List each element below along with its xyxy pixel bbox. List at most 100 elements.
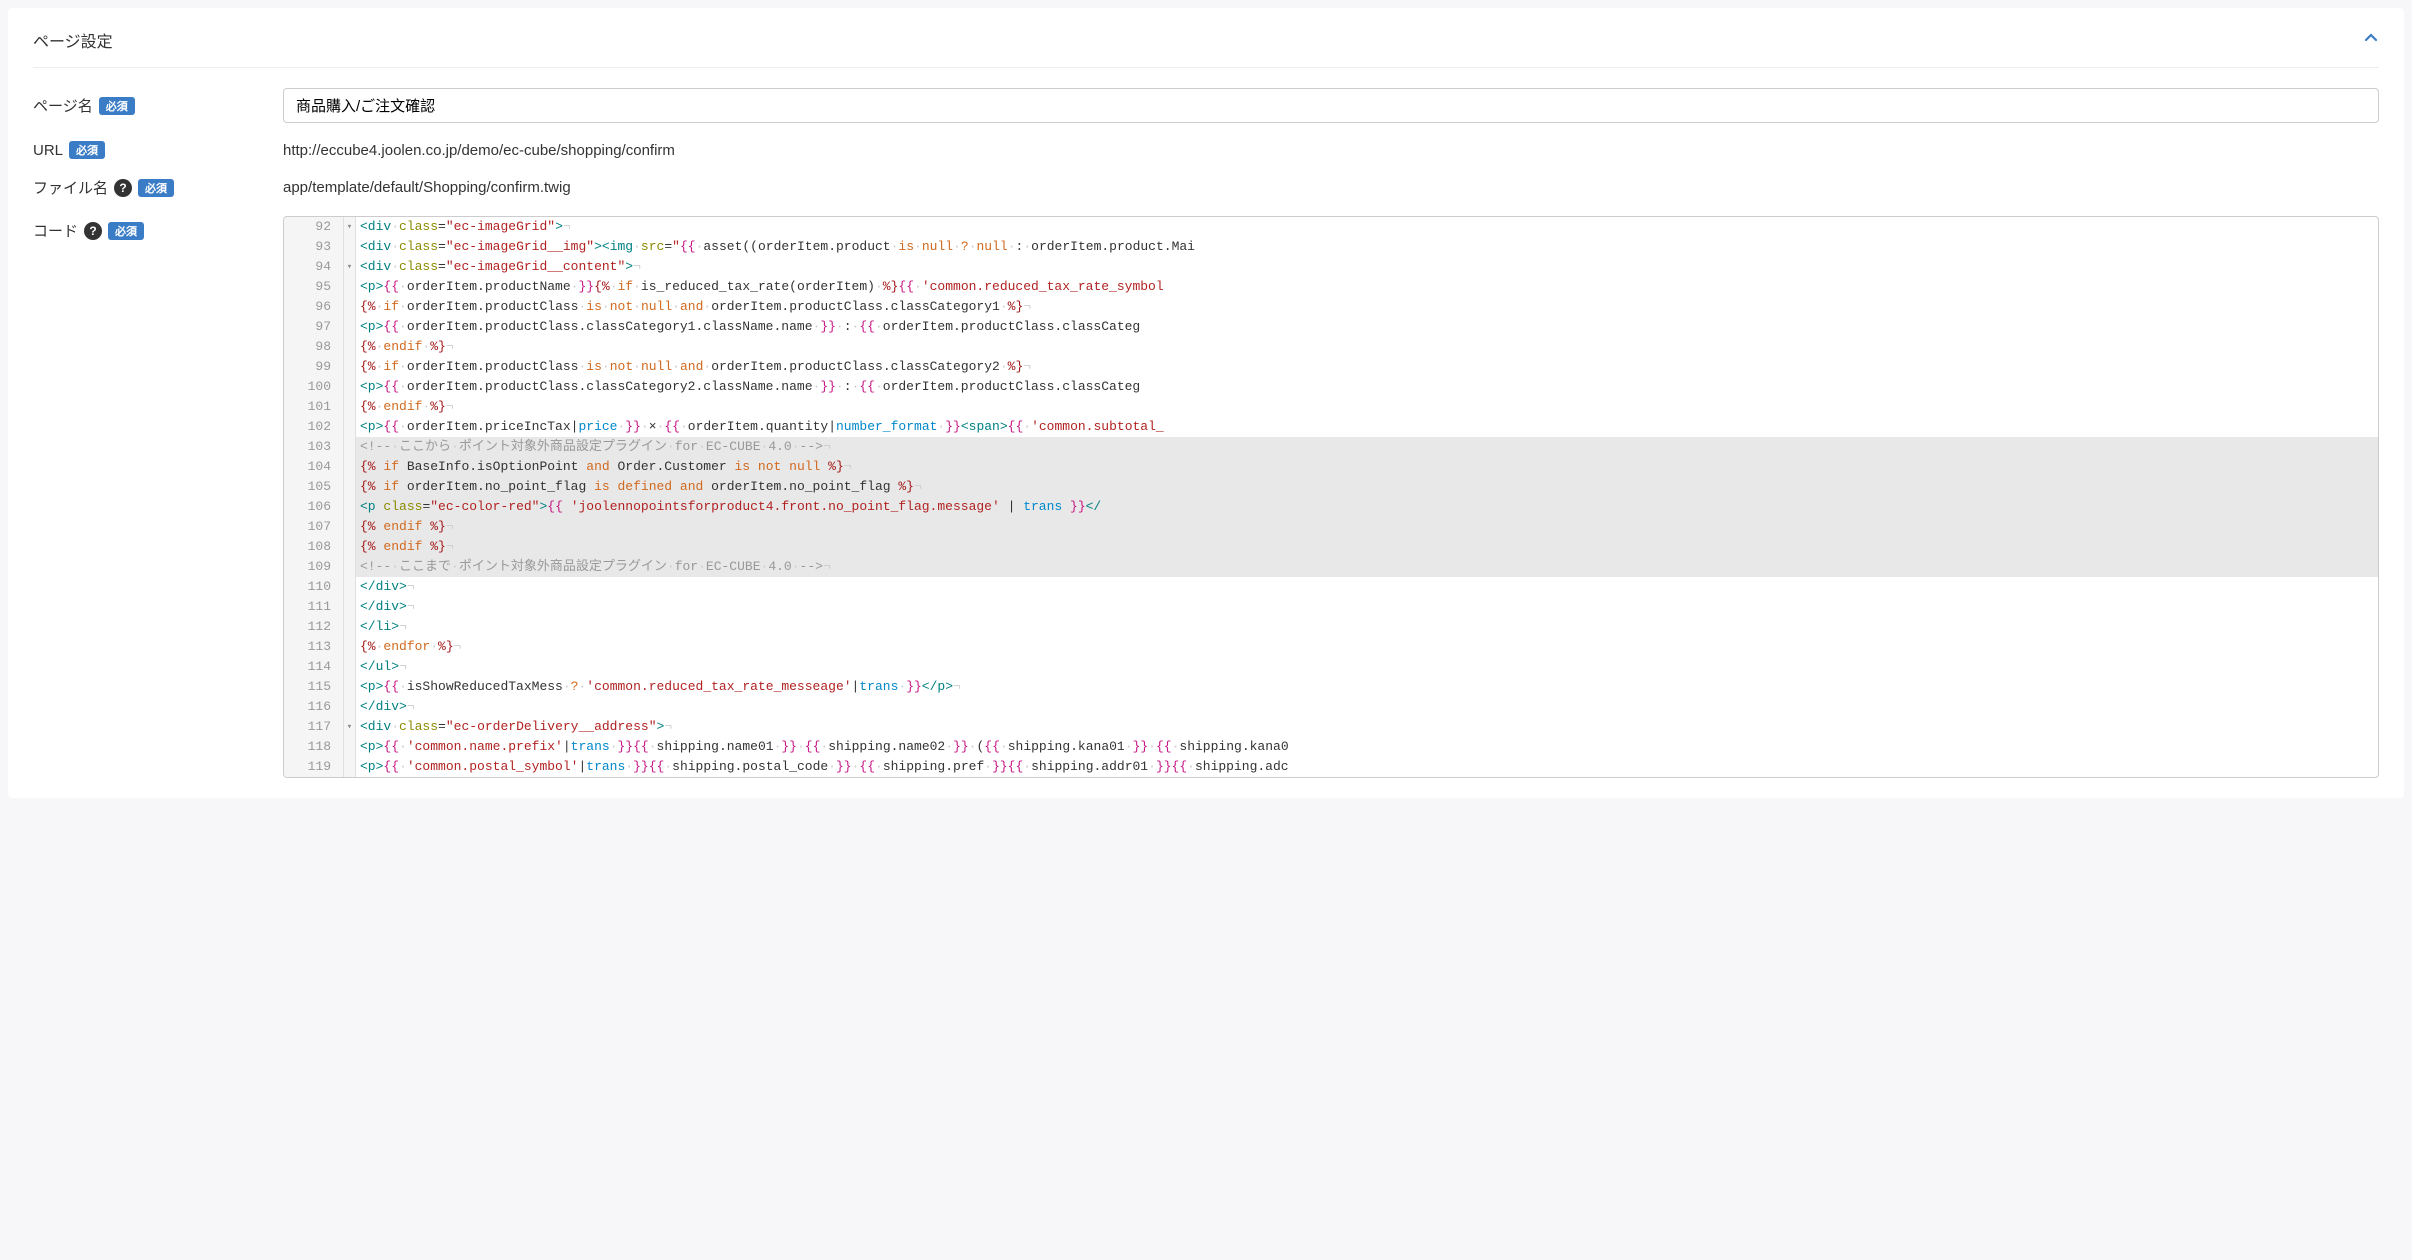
code-line[interactable]: 103 <!--·ここから·ポイント対象外商品設定プラグイン·for·EC-CU… [284, 437, 2378, 457]
code-line[interactable]: 109 <!--·ここまで·ポイント対象外商品設定プラグイン·for·EC-CU… [284, 557, 2378, 577]
code-content[interactable]: {%·endif·%}¬ [356, 397, 2378, 417]
fold-gutter[interactable] [344, 437, 356, 457]
fold-gutter[interactable] [344, 457, 356, 477]
fold-gutter[interactable]: ▾ [344, 717, 356, 737]
code-line[interactable]: 97 <p>{{·orderItem.productClass.classCat… [284, 317, 2378, 337]
help-icon[interactable]: ? [114, 179, 132, 197]
code-line[interactable]: 102 <p>{{·orderItem.priceIncTax|price·}}… [284, 417, 2378, 437]
fold-gutter[interactable] [344, 297, 356, 317]
code-content[interactable]: {% endif %}¬ [356, 517, 2378, 537]
line-number: 115 [284, 677, 344, 697]
code-content[interactable]: <p>{{·orderItem.productClass.classCatego… [356, 317, 2378, 337]
code-line[interactable]: 99 {%·if·orderItem.productClass·is·not·n… [284, 357, 2378, 377]
code-line[interactable]: 100 <p>{{·orderItem.productClass.classCa… [284, 377, 2378, 397]
code-line[interactable]: 98 {%·endif·%}¬ [284, 337, 2378, 357]
fold-gutter[interactable]: ▾ [344, 217, 356, 237]
code-content[interactable]: </ul>¬ [356, 657, 2378, 677]
fold-gutter[interactable] [344, 557, 356, 577]
code-content[interactable]: <p>{{·'common.postal_symbol'|trans·}}{{·… [356, 757, 2378, 777]
fold-gutter[interactable] [344, 417, 356, 437]
fold-gutter[interactable] [344, 757, 356, 777]
fold-gutter[interactable] [344, 617, 356, 637]
fold-gutter[interactable] [344, 697, 356, 717]
code-line[interactable]: 93 <div·class="ec-imageGrid__img"><img·s… [284, 237, 2378, 257]
line-number: 109 [284, 557, 344, 577]
fold-gutter[interactable] [344, 517, 356, 537]
code-line[interactable]: 106 <p class="ec-color-red">{{ 'joolenno… [284, 497, 2378, 517]
code-line[interactable]: 107 {% endif %}¬ [284, 517, 2378, 537]
line-number: 108 [284, 537, 344, 557]
fold-gutter[interactable] [344, 597, 356, 617]
code-content[interactable]: <div·class="ec-imageGrid__content">¬ [356, 257, 2378, 277]
fold-gutter[interactable] [344, 397, 356, 417]
fold-gutter[interactable] [344, 537, 356, 557]
code-line[interactable]: 118 <p>{{·'common.name.prefix'|trans·}}{… [284, 737, 2378, 757]
code-content[interactable]: <p class="ec-color-red">{{ 'joolennopoin… [356, 497, 2378, 517]
code-line[interactable]: 112 </li>¬ [284, 617, 2378, 637]
label-page-name: ページ名 必須 [33, 95, 283, 116]
file-name-value: app/template/default/Shopping/confirm.tw… [283, 179, 2379, 196]
line-number: 105 [284, 477, 344, 497]
code-content[interactable]: {% endif %}¬ [356, 537, 2378, 557]
code-line[interactable]: 95 <p>{{·orderItem.productName·}}{%·if·i… [284, 277, 2378, 297]
code-line[interactable]: 111 </div>¬ [284, 597, 2378, 617]
line-number: 94 [284, 257, 344, 277]
code-line[interactable]: 92▾ <div·class="ec-imageGrid">¬ [284, 217, 2378, 237]
line-number: 110 [284, 577, 344, 597]
code-content[interactable]: <p>{{·orderItem.productName·}}{%·if·is_r… [356, 277, 2378, 297]
fold-gutter[interactable] [344, 237, 356, 257]
code-line[interactable]: 110 </div>¬ [284, 577, 2378, 597]
fold-gutter[interactable] [344, 737, 356, 757]
code-content[interactable]: <p>{{·isShowReducedTaxMess·?·'common.red… [356, 677, 2378, 697]
code-line[interactable]: 115 <p>{{·isShowReducedTaxMess·?·'common… [284, 677, 2378, 697]
code-line[interactable]: 108 {% endif %}¬ [284, 537, 2378, 557]
code-line[interactable]: 116</div>¬ [284, 697, 2378, 717]
collapse-icon[interactable] [2363, 29, 2379, 52]
code-content[interactable]: {%·if·orderItem.productClass·is·not·null… [356, 297, 2378, 317]
code-line[interactable]: 105 {% if orderItem.no_point_flag is def… [284, 477, 2378, 497]
fold-gutter[interactable]: ▾ [344, 257, 356, 277]
fold-gutter[interactable] [344, 377, 356, 397]
fold-gutter[interactable] [344, 357, 356, 377]
fold-gutter[interactable] [344, 477, 356, 497]
help-icon[interactable]: ? [84, 222, 102, 240]
code-line[interactable]: 101 {%·endif·%}¬ [284, 397, 2378, 417]
fold-gutter[interactable] [344, 317, 356, 337]
fold-gutter[interactable] [344, 337, 356, 357]
code-content[interactable]: <div·class="ec-imageGrid">¬ [356, 217, 2378, 237]
code-content[interactable]: </div>¬ [356, 577, 2378, 597]
code-content[interactable]: <div·class="ec-orderDelivery__address">¬ [356, 717, 2378, 737]
code-line[interactable]: 94▾ <div·class="ec-imageGrid__content">¬ [284, 257, 2378, 277]
code-content[interactable]: </li>¬ [356, 617, 2378, 637]
fold-gutter[interactable] [344, 677, 356, 697]
code-line[interactable]: 96 {%·if·orderItem.productClass·is·not·n… [284, 297, 2378, 317]
code-content[interactable]: {% if orderItem.no_point_flag is defined… [356, 477, 2378, 497]
line-number: 100 [284, 377, 344, 397]
code-line[interactable]: 119 <p>{{·'common.postal_symbol'|trans·}… [284, 757, 2378, 777]
fold-gutter[interactable] [344, 657, 356, 677]
code-line[interactable]: 104 {% if BaseInfo.isOptionPoint and Ord… [284, 457, 2378, 477]
code-line[interactable]: 114 </ul>¬ [284, 657, 2378, 677]
code-line[interactable]: 113 {%·endfor·%}¬ [284, 637, 2378, 657]
row-page-name: ページ名 必須 [33, 88, 2379, 123]
fold-gutter[interactable] [344, 497, 356, 517]
code-content[interactable]: <div·class="ec-imageGrid__img"><img·src=… [356, 237, 2378, 257]
fold-gutter[interactable] [344, 277, 356, 297]
code-content[interactable]: <p>{{·'common.name.prefix'|trans·}}{{·sh… [356, 737, 2378, 757]
code-content[interactable]: </div>¬ [356, 597, 2378, 617]
code-content[interactable]: {%·endfor·%}¬ [356, 637, 2378, 657]
url-value: http://eccube4.joolen.co.jp/demo/ec-cube… [283, 142, 2379, 159]
page-name-input[interactable] [283, 88, 2379, 123]
code-content[interactable]: <p>{{·orderItem.priceIncTax|price·}}·×·{… [356, 417, 2378, 437]
fold-gutter[interactable] [344, 637, 356, 657]
code-line[interactable]: 117▾<div·class="ec-orderDelivery__addres… [284, 717, 2378, 737]
code-content[interactable]: {%·if·orderItem.productClass·is·not·null… [356, 357, 2378, 377]
code-content[interactable]: </div>¬ [356, 697, 2378, 717]
code-editor[interactable]: 92▾ <div·class="ec-imageGrid">¬93 <div·c… [283, 216, 2379, 778]
code-content[interactable]: <!--·ここまで·ポイント対象外商品設定プラグイン·for·EC-CUBE·4… [356, 557, 2378, 577]
code-content[interactable]: <p>{{·orderItem.productClass.classCatego… [356, 377, 2378, 397]
code-content[interactable]: <!--·ここから·ポイント対象外商品設定プラグイン·for·EC-CUBE·4… [356, 437, 2378, 457]
code-content[interactable]: {%·endif·%}¬ [356, 337, 2378, 357]
code-content[interactable]: {% if BaseInfo.isOptionPoint and Order.C… [356, 457, 2378, 477]
fold-gutter[interactable] [344, 577, 356, 597]
